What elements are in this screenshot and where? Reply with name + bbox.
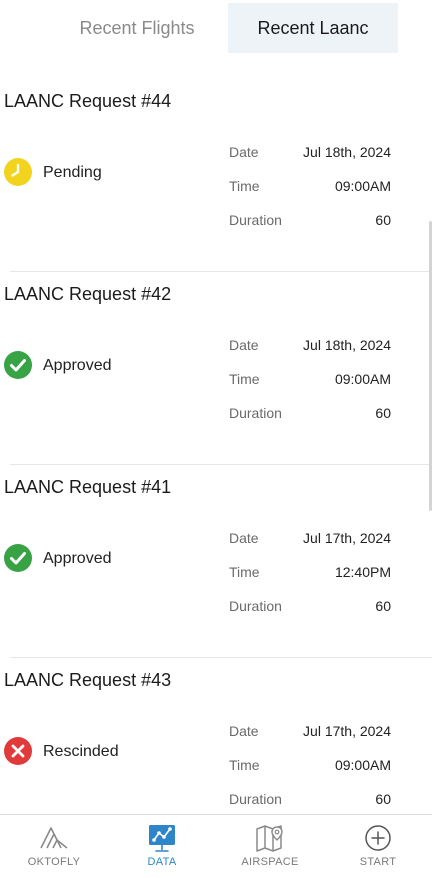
- tab-recent-laanc[interactable]: Recent Laanc: [228, 3, 398, 53]
- nav-start[interactable]: START: [324, 815, 432, 878]
- duration-label: Duration: [229, 598, 282, 614]
- nav-label: OKTOFLY: [27, 856, 81, 868]
- duration-label: Duration: [229, 212, 282, 228]
- laanc-request-list[interactable]: LAANC Request #44 Pending Date Jul 18th,…: [0, 64, 432, 814]
- duration-value: 60: [375, 791, 391, 807]
- request-title: LAANC Request #41: [4, 477, 172, 497]
- status-label: Rescinded: [43, 743, 119, 760]
- time-label: Time: [229, 757, 260, 773]
- date-label: Date: [229, 144, 259, 160]
- date-value: Jul 17th, 2024: [303, 723, 391, 739]
- date-label: Date: [229, 723, 259, 739]
- plus-circle-icon: [362, 823, 394, 853]
- oktofly-logo-icon: [38, 823, 70, 853]
- clock-icon: [4, 158, 32, 186]
- map-pin-icon: [254, 823, 286, 853]
- nav-label: AIRSPACE: [241, 856, 299, 868]
- time-label: Time: [229, 178, 260, 194]
- duration-label: Duration: [229, 791, 282, 807]
- date-label: Date: [229, 337, 259, 353]
- check-circle-icon: [4, 351, 32, 379]
- time-value: 09:00AM: [334, 178, 391, 194]
- status-label: Approved: [43, 550, 112, 567]
- laanc-request-card[interactable]: LAANC Request #44 Pending Date Jul 18th,…: [0, 64, 432, 272]
- laanc-request-card[interactable]: LAANC Request #43 Rescinded Date Jul 17t…: [0, 643, 432, 814]
- duration-label: Duration: [229, 405, 282, 421]
- request-title: LAANC Request #42: [4, 284, 172, 304]
- time-label: Time: [229, 371, 260, 387]
- nav-label: DATA: [147, 856, 177, 868]
- status-label: Pending: [43, 164, 102, 181]
- request-title: LAANC Request #44: [4, 91, 172, 111]
- nav-airspace[interactable]: AIRSPACE: [216, 815, 324, 878]
- check-circle-icon: [4, 544, 32, 572]
- request-title: LAANC Request #43: [4, 670, 172, 690]
- time-value: 09:00AM: [334, 371, 391, 387]
- laanc-request-card[interactable]: LAANC Request #42 Approved Date Jul 18th…: [0, 257, 432, 465]
- nav-data[interactable]: DATA: [108, 815, 216, 878]
- time-value: 09:00AM: [334, 757, 391, 773]
- date-value: Jul 17th, 2024: [303, 530, 391, 546]
- tab-recent-flights[interactable]: Recent Flights: [54, 3, 220, 53]
- data-chart-icon: [146, 823, 178, 853]
- nav-label: START: [359, 856, 397, 868]
- date-value: Jul 18th, 2024: [303, 144, 391, 160]
- duration-value: 60: [375, 212, 391, 228]
- laanc-request-card[interactable]: LAANC Request #41 Approved Date Jul 17th…: [0, 450, 432, 658]
- date-label: Date: [229, 530, 259, 546]
- nav-oktofly[interactable]: OKTOFLY: [0, 815, 108, 878]
- time-label: Time: [229, 564, 260, 580]
- x-circle-icon: [4, 737, 32, 765]
- time-value: 12:40PM: [334, 564, 391, 580]
- bottom-nav: OKTOFLY DATA AIRSPACE START: [0, 814, 432, 878]
- tab-bar: Recent Flights Recent Laanc: [0, 3, 432, 53]
- date-value: Jul 18th, 2024: [303, 337, 391, 353]
- duration-value: 60: [375, 598, 391, 614]
- duration-value: 60: [375, 405, 391, 421]
- status-label: Approved: [43, 357, 112, 374]
